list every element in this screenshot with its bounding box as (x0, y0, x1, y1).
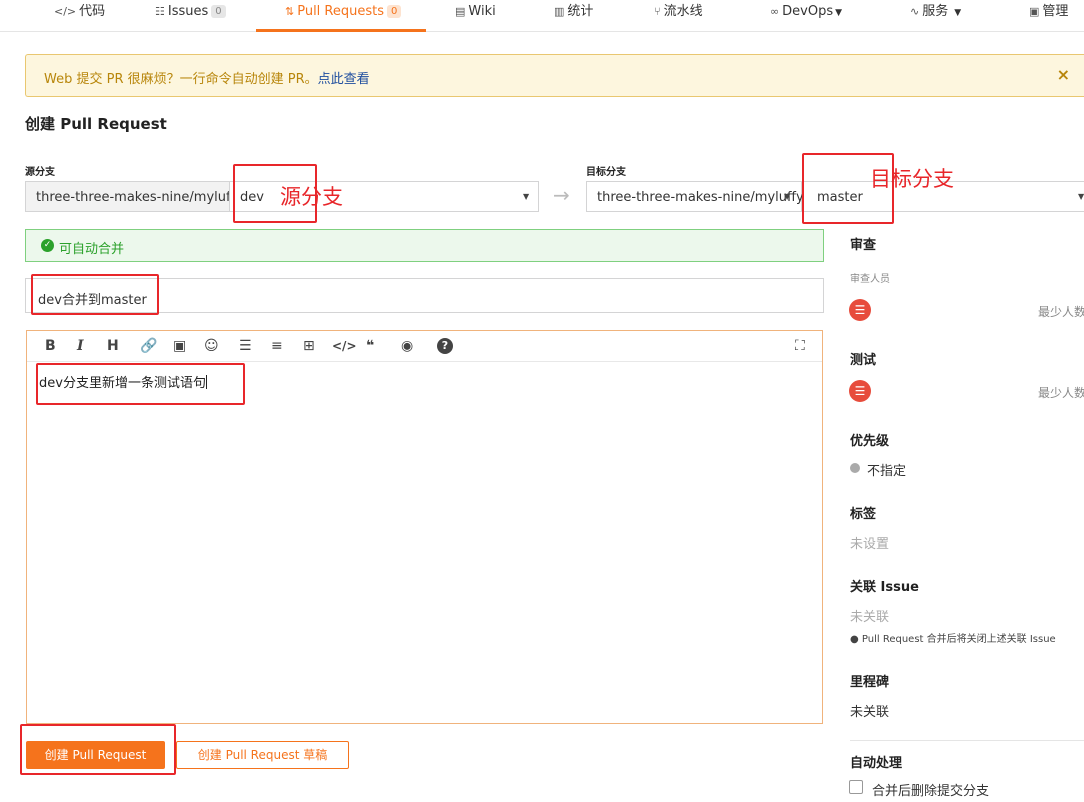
issues-count: 0 (211, 5, 226, 18)
linked-issue-note: ● Pull Request 合并后将关闭上述关联 Issue (850, 634, 1056, 645)
tags-value[interactable]: 未设置 (850, 533, 889, 552)
source-branch-annotation: 源分支 (280, 185, 343, 209)
priority-dot-icon (850, 463, 860, 473)
italic-icon[interactable]: I (77, 337, 84, 355)
tags-heading: 标签 (850, 507, 877, 522)
page-title: 创建 Pull Request (25, 115, 167, 133)
help-icon[interactable]: ? (437, 338, 453, 354)
priority-value[interactable]: 不指定 (867, 460, 906, 479)
banner-link[interactable]: 点此查看 (318, 72, 370, 87)
table-icon[interactable]: ⊞ (303, 337, 315, 355)
add-tester-icon[interactable]: ☰ (849, 380, 871, 402)
pull-requests-count: 0 (387, 5, 402, 18)
code-block-icon[interactable]: </> (332, 337, 357, 355)
fullscreen-icon[interactable]: ⛶ (795, 337, 805, 355)
unordered-list-icon[interactable]: ☰ (239, 337, 252, 355)
target-branch-label: 目标分支 (586, 167, 626, 178)
target-repo-select[interactable]: three-three-makes-nine/myluffy ▼ (586, 181, 804, 212)
preview-eye-icon[interactable]: ◉ (401, 337, 413, 355)
milestone-heading: 里程碑 (850, 675, 890, 690)
arrow-right-icon: → (553, 183, 570, 207)
delete-branch-label[interactable]: 合并后删除提交分支 (872, 780, 989, 799)
bar-chart-icon: ▥ (554, 5, 565, 18)
tab-code[interactable]: </> 代码 (54, 0, 105, 32)
info-icon: ● (850, 634, 859, 645)
cli-tip-banner: Web 提交 PR 很麻烦？一行命令自动创建 PR。点此查看 × (25, 54, 1084, 97)
delete-branch-checkbox[interactable] (849, 780, 863, 794)
linked-issue-heading: 关联 Issue (850, 580, 919, 595)
tab-devops[interactable]: ∞ DevOps ▼ (770, 0, 842, 32)
quote-icon[interactable]: ❝ (366, 337, 374, 355)
merge-status: ✓ 可自动合并 (25, 229, 824, 262)
auto-process-heading: 自动处理 (850, 756, 903, 771)
check-circle-icon: ✓ (41, 239, 54, 252)
title-highlight (31, 274, 159, 315)
test-min-label: 最少人数 (1038, 386, 1084, 400)
add-reviewer-icon[interactable]: ☰ (849, 299, 871, 321)
dropdown-arrow-icon: ▼ (523, 192, 530, 201)
pipeline-icon: ⑂ (654, 5, 661, 18)
close-icon[interactable]: × (1057, 65, 1070, 84)
heading-icon[interactable]: H (107, 337, 119, 355)
code-icon: </> (54, 5, 77, 18)
tab-stats[interactable]: ▥ 统计 (554, 0, 593, 32)
infinity-icon: ∞ (770, 5, 780, 18)
linked-issue-value[interactable]: 未关联 (850, 606, 889, 625)
tab-issues[interactable]: ☷ Issues 0 (155, 0, 226, 32)
tab-manage[interactable]: ▣ 管理 (1029, 0, 1068, 32)
tab-service[interactable]: ∿ 服务 ▼ (910, 0, 961, 32)
ordered-list-icon[interactable]: ≡ (271, 337, 283, 355)
reviewers-label: 审查人员 (850, 274, 890, 285)
sidebar-divider (850, 740, 1084, 741)
description-highlight (36, 363, 245, 405)
link-icon[interactable]: 🔗 (140, 337, 157, 355)
pull-request-icon: ⇅ (285, 5, 295, 18)
priority-heading: 优先级 (850, 434, 890, 449)
active-tab-indicator (256, 29, 426, 32)
tab-pipeline[interactable]: ⑂ 流水线 (654, 0, 703, 32)
target-branch-annotation: 目标分支 (870, 167, 954, 191)
create-draft-pr-button[interactable]: 创建 Pull Request 草稿 (176, 741, 349, 769)
repo-nav: </> 代码 ☷ Issues 0 ⇅ Pull Requests 0 ▤ Wiki ▥ 统计… (0, 0, 1084, 32)
editor-toolbar: B I H 🔗 ▣ ☺ ☰ ≡ ⊞ </> ❝ ◉ ? ⛶ (27, 331, 822, 362)
pulse-icon: ∿ (910, 5, 920, 18)
milestone-value[interactable]: 未关联 (850, 701, 889, 720)
bold-icon[interactable]: B (45, 337, 56, 355)
source-branch-label: 源分支 (25, 167, 55, 178)
settings-icon: ▣ (1029, 5, 1040, 18)
tab-pull-requests[interactable]: ⇅ Pull Requests 0 (285, 0, 402, 32)
dropdown-arrow-icon: ▼ (784, 192, 791, 201)
test-heading: 测试 (850, 353, 877, 368)
dropdown-arrow-icon: ▼ (1078, 192, 1084, 201)
chevron-down-icon: ▼ (954, 8, 962, 18)
review-heading: 审查 (850, 238, 877, 253)
emoji-icon[interactable]: ☺ (204, 337, 219, 355)
chevron-down-icon: ▼ (835, 8, 843, 18)
create-button-highlight (20, 724, 176, 775)
book-icon: ▤ (455, 5, 466, 18)
review-min-label: 最少人数 (1038, 305, 1084, 319)
tab-wiki[interactable]: ▤ Wiki (455, 0, 496, 32)
image-icon[interactable]: ▣ (173, 337, 186, 355)
issues-icon: ☷ (155, 5, 165, 18)
source-repo-field: three-three-makes-nine/myluffy (25, 181, 243, 212)
